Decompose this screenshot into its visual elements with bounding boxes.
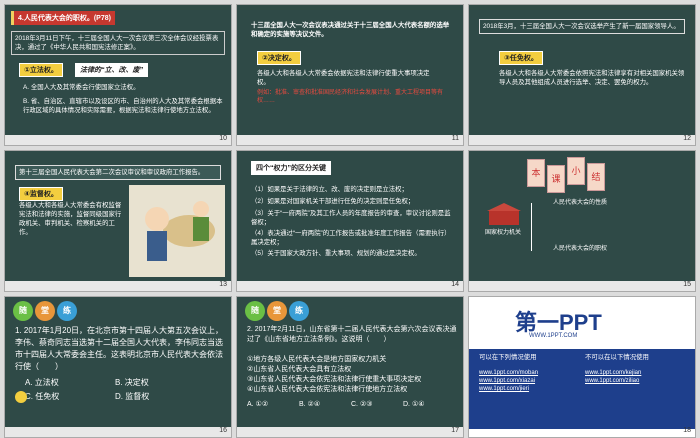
slide-number: 17: [451, 427, 459, 434]
slide-footer: [5, 135, 231, 145]
slide-note: 例如：批准、审查和批准国民经济和社会发展计划、重大工程项目等有权……: [257, 90, 444, 104]
summary-label: 国家权力机关: [485, 230, 522, 236]
link-item[interactable]: www.1ppt.com/ziliao: [585, 377, 639, 385]
tag-label: ①立法权。: [19, 63, 63, 77]
slide-footer: [237, 135, 463, 145]
tag-label: ②决定权。: [257, 51, 301, 65]
option-a[interactable]: A. 立法权: [25, 377, 59, 389]
slide-title: 四个“权力”的区分关键: [251, 161, 331, 175]
slide-footer: [5, 281, 231, 291]
slide-title: 第十三届全国人民代表大会第二次会议审议和审议政府工作报告。: [15, 165, 221, 180]
slide-number: 12: [683, 135, 691, 142]
practice-badge: 练: [289, 301, 309, 321]
tag-label: ④监督权。: [19, 187, 63, 201]
usage-allowed-title: 可以在下列情况使用: [479, 354, 537, 361]
slide-footer: [469, 281, 695, 291]
question-text: 1. 2017年1月20日，在北京市第十四届人大第五次会议上，李伟、蔡奇同志当选…: [15, 326, 224, 371]
tag-label: 法律的“立、改、废”: [75, 63, 148, 77]
practice-badge: 随: [13, 301, 33, 321]
key-point-1: （1）如果是关于法律的立、改、废的决定则是立法权；: [251, 186, 408, 193]
slide-title: 2018年3月，十三届全国人大一次会议选举产生了新一届国家领导人。: [479, 19, 685, 34]
slide-16[interactable]: 随 堂 练 1. 2017年1月20日，在北京市第十四届人大第五次会议上，李伟、…: [4, 296, 232, 438]
slide-11[interactable]: 十三届全国人大一次会议表决通过关于十三届全国人大代表名额的选举和确定的实施等决议…: [236, 4, 464, 146]
practice-badge: 随: [245, 301, 265, 321]
option-d[interactable]: D. ①④: [403, 399, 425, 411]
summary-label: 人民代表大会的职权: [553, 246, 608, 252]
key-point-2: （2）如果是对国家机关干部进行任免的决定则是任免权；: [251, 198, 415, 205]
practice-badge: 堂: [267, 301, 287, 321]
slide-text: 各级人大和各级人大常委会依据宪法和法律行使重大事项决定权。: [257, 70, 430, 86]
slide-number: 10: [219, 135, 227, 142]
slide-body: 2018年3月11日下午，十三届全国人大一次会议第三次全体会议经投票表决，通过了…: [11, 31, 225, 55]
smiley-icon: [15, 391, 27, 403]
slide-footer: [237, 281, 463, 291]
slide-text: 各级人大和各级人大常委会有权监督宪法和法律的实施，监督同级国家行政机关、审判机关…: [19, 202, 122, 236]
summary-label: 人民代表大会的性质: [553, 200, 608, 206]
slide-10[interactable]: 4.人民代表大会的职权。(P78) 2018年3月11日下午，十三届全国人大一次…: [4, 4, 232, 146]
building-icon: [487, 203, 521, 225]
mindmap-connector: [531, 203, 551, 251]
link-item[interactable]: www.1ppt.com/jieri: [479, 385, 529, 393]
slide-number: 11: [451, 135, 459, 142]
slide-footer: [237, 427, 463, 437]
slide-number: 16: [219, 427, 227, 434]
logo-banner: 第一PPT WWW.1PPT.COM: [469, 297, 695, 347]
practice-badge: 练: [57, 301, 77, 321]
slide-text: A. 全国人大及其常委会行使国家立法权。: [23, 84, 140, 91]
slide-title: 4.人民代表大会的职权。(P78): [11, 11, 115, 25]
slide-14[interactable]: 四个“权力”的区分关键 （1）如果是关于法律的立、改、废的决定则是立法权； （2…: [236, 150, 464, 292]
option-a[interactable]: A. ①②: [247, 399, 268, 411]
question-text: 2. 2017年2月11日，山东省第十二届人民代表大会第六次会议表决通过了《山东…: [247, 326, 457, 343]
key-point-5: （5）关于国家大政方针、重大事项、规划的通过是决定权。: [251, 250, 421, 257]
info-panel: 可以在下列情况使用 不可以在以下情况使用 www.1ppt.com/moban …: [469, 349, 695, 429]
link-item[interactable]: www.1ppt.com/kejian: [585, 369, 641, 377]
option-c[interactable]: C. ②③: [351, 399, 373, 411]
slide-number: 14: [451, 281, 459, 288]
option-b[interactable]: B. 决定权: [115, 377, 149, 389]
practice-badge: 堂: [35, 301, 55, 321]
option-b[interactable]: B. ②④: [299, 399, 320, 411]
slide-number: 13: [219, 281, 227, 288]
link-item[interactable]: www.1ppt.com/xiazai: [479, 377, 535, 385]
slide-footer: [5, 427, 231, 437]
summary-card: 课: [547, 165, 565, 193]
tag-label: ③任免权。: [499, 51, 543, 65]
slide-12[interactable]: 2018年3月，十三届全国人大一次会议选举产生了新一届国家领导人。 ③任免权。 …: [468, 4, 696, 146]
summary-card: 本: [527, 159, 545, 187]
statement-2: ②山东省人民代表大会具有立法权: [247, 366, 352, 373]
slide-footer: [469, 135, 695, 145]
statement-1: ①地方各级人民代表大会是地方国家权力机关: [247, 356, 387, 363]
link-item[interactable]: www.1ppt.com/moban: [479, 369, 538, 377]
slide-number: 15: [683, 281, 691, 288]
usage-forbidden-title: 不可以在以下情况使用: [585, 354, 649, 361]
slide-title: 十三届全国人大一次会议表决通过关于十三届全国人大代表名额的选举和确定的实施等决议…: [251, 22, 450, 38]
slide-15[interactable]: 本 课 小 结 国家权力机关 人民代表大会的性质 人民代表大会的职权 15: [468, 150, 696, 292]
option-c[interactable]: C. 任免权: [25, 391, 59, 403]
slide-17[interactable]: 随 堂 练 2. 2017年2月11日，山东省第十二届人民代表大会第六次会议表决…: [236, 296, 464, 438]
statement-4: ④山东省人民代表大会依宪法和法律行使地方立法权: [247, 386, 408, 393]
illustration-image: [129, 185, 225, 277]
slide-text: 各级人大和各级人大常委会依照宪法和法律享有对相关国家机关领导人员及其他组成人员进…: [499, 70, 685, 86]
key-point-3: （3）关于“一府两院”及其工作人员的年度报告的审查，审议讨论则是监督权；: [251, 210, 451, 226]
slide-number: 18: [683, 427, 691, 434]
logo-url: WWW.1PPT.COM: [529, 333, 578, 339]
summary-card: 小: [567, 157, 585, 185]
slide-text: B. 省、自治区、直辖市以及设区的市、自治州的人大及其常委会根据本行政区域的具体…: [23, 98, 223, 114]
key-point-4: （4）表决通过“一府两院”的工作报告或批准年度工作报告（需要执行）属决定权；: [251, 230, 451, 246]
summary-card: 结: [587, 163, 605, 191]
statement-3: ③山东省人民代表大会依宪法和法律行使重大事项决定权: [247, 376, 422, 383]
slide-18[interactable]: 第一PPT WWW.1PPT.COM 可以在下列情况使用 不可以在以下情况使用 …: [468, 296, 696, 438]
slide-13[interactable]: 第十三届全国人民代表大会第二次会议审议和审议政府工作报告。 ④监督权。 各级人大…: [4, 150, 232, 292]
option-d[interactable]: D. 监督权: [115, 391, 149, 403]
